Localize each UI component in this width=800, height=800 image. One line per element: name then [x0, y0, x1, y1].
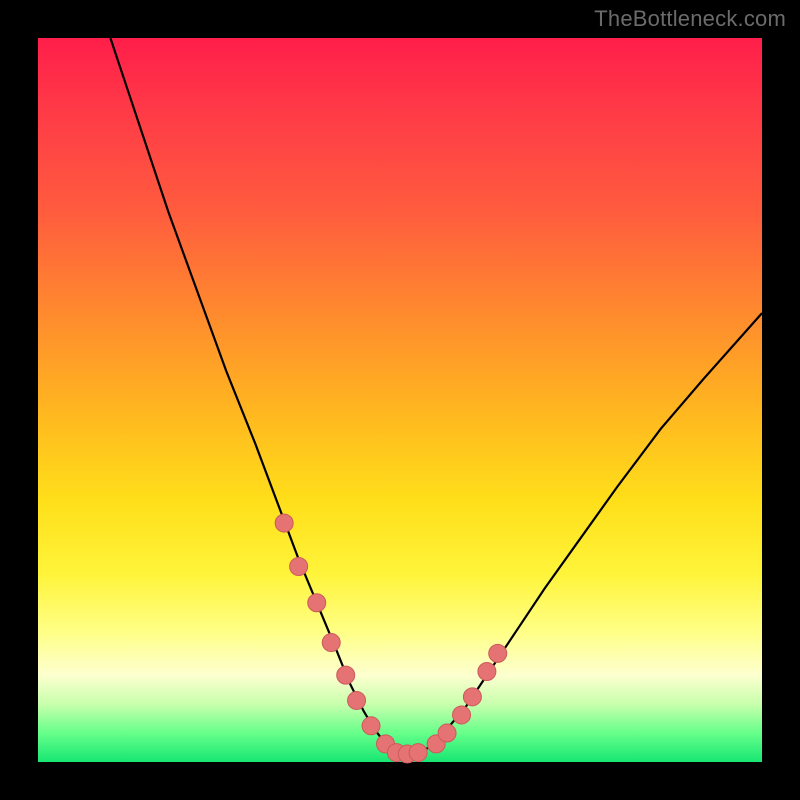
bottleneck-curve: [110, 38, 762, 755]
data-marker: [409, 744, 427, 762]
data-marker: [322, 634, 340, 652]
data-marker: [453, 706, 471, 724]
data-marker: [308, 594, 326, 612]
data-marker: [478, 663, 496, 681]
data-marker: [463, 688, 481, 706]
data-marker: [290, 558, 308, 576]
chart-frame: TheBottleneck.com: [0, 0, 800, 800]
data-marker: [438, 724, 456, 742]
data-marker: [362, 717, 380, 735]
data-marker: [348, 691, 366, 709]
marker-group: [275, 514, 507, 763]
data-marker: [275, 514, 293, 532]
data-marker: [489, 644, 507, 662]
chart-svg: [38, 38, 762, 762]
plot-area: [38, 38, 762, 762]
data-marker: [337, 666, 355, 684]
watermark-text: TheBottleneck.com: [594, 6, 786, 32]
